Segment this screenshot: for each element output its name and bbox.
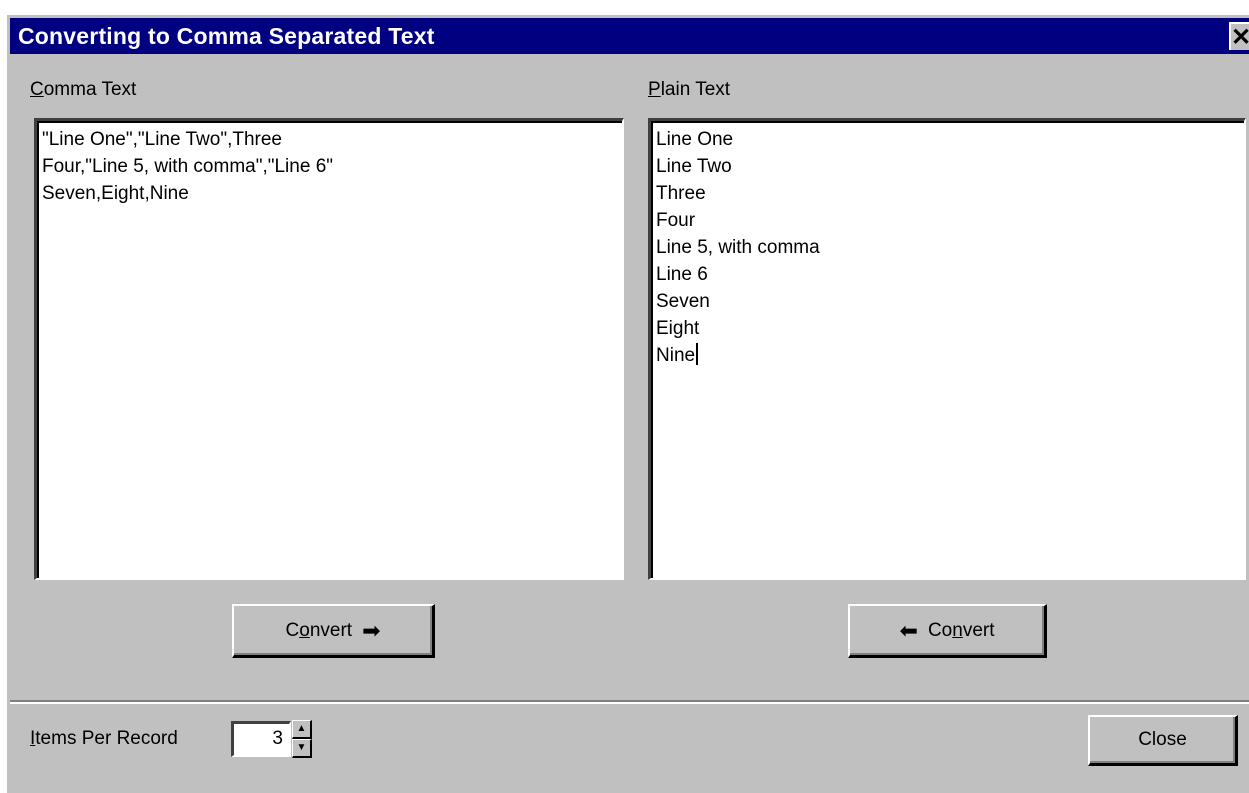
plain-text-box[interactable]: Line One Line Two Three Four Line 5, with co…: [648, 118, 1246, 580]
convert-to-comma-label: Convert: [927, 619, 995, 641]
comma-text-content: "Line One","Line Two",Three Four,"Line 5,…: [42, 126, 333, 207]
comma-text-label-rest: omma Text: [43, 79, 137, 100]
left-arrow-icon: ⬅: [899, 617, 918, 643]
text-line: Line One: [656, 129, 734, 150]
text-line: "Line One","Line Two",Three: [42, 129, 282, 150]
items-per-record-spinner: ▲ ▼: [292, 720, 312, 758]
comma-text-label: Comma Text: [30, 79, 136, 101]
spin-down-icon[interactable]: ▼: [292, 739, 312, 758]
text-line: Line 5, with comma: [656, 237, 820, 258]
plain-text-label: Plain Text: [648, 79, 730, 101]
convert-to-comma-button[interactable]: ⬅ Convert: [848, 604, 1047, 658]
items-per-record-input[interactable]: 3: [231, 721, 291, 757]
comma-text-box[interactable]: "Line One","Line Two",Three Four,"Line 5,…: [34, 118, 624, 580]
plain-text-label-accel: P: [648, 79, 661, 100]
convert-to-plain-label: Convert: [285, 619, 353, 641]
text-line: Four,"Line 5, with comma","Line 6": [42, 156, 334, 177]
text-line: Eight: [656, 318, 700, 339]
items-per-record-label-rest: tems Per Record: [35, 728, 178, 749]
text-line: Seven,Eight,Nine: [42, 183, 189, 204]
text-line: Seven: [656, 291, 710, 312]
items-per-record-label: Items Per Record: [30, 728, 178, 750]
right-arrow-icon: ➡: [362, 617, 381, 643]
text-line: Nine: [656, 342, 820, 369]
convert-to-plain-button[interactable]: Convert ➡: [232, 604, 435, 658]
text-line: Line Two: [656, 156, 732, 177]
text-caret: [696, 343, 699, 365]
separator: [10, 700, 1249, 704]
dialog-window: Converting to Comma Separated Text ✕ Com…: [6, 14, 1249, 793]
close-button-label: Close: [1138, 729, 1187, 750]
text-line: Line 6: [656, 264, 708, 285]
title-bar[interactable]: Converting to Comma Separated Text ✕: [10, 18, 1249, 54]
text-line: Four: [656, 210, 696, 231]
plain-text-content: Line One Line Two Three Four Line 5, with co…: [656, 126, 820, 369]
window-title: Converting to Comma Separated Text: [18, 23, 435, 49]
comma-text-label-accel: C: [30, 79, 44, 100]
close-icon[interactable]: ✕: [1229, 22, 1249, 50]
plain-text-label-rest: lain Text: [660, 79, 731, 100]
text-line: Three: [656, 183, 706, 204]
spin-up-icon[interactable]: ▲: [292, 720, 312, 739]
close-button[interactable]: Close: [1088, 715, 1238, 766]
